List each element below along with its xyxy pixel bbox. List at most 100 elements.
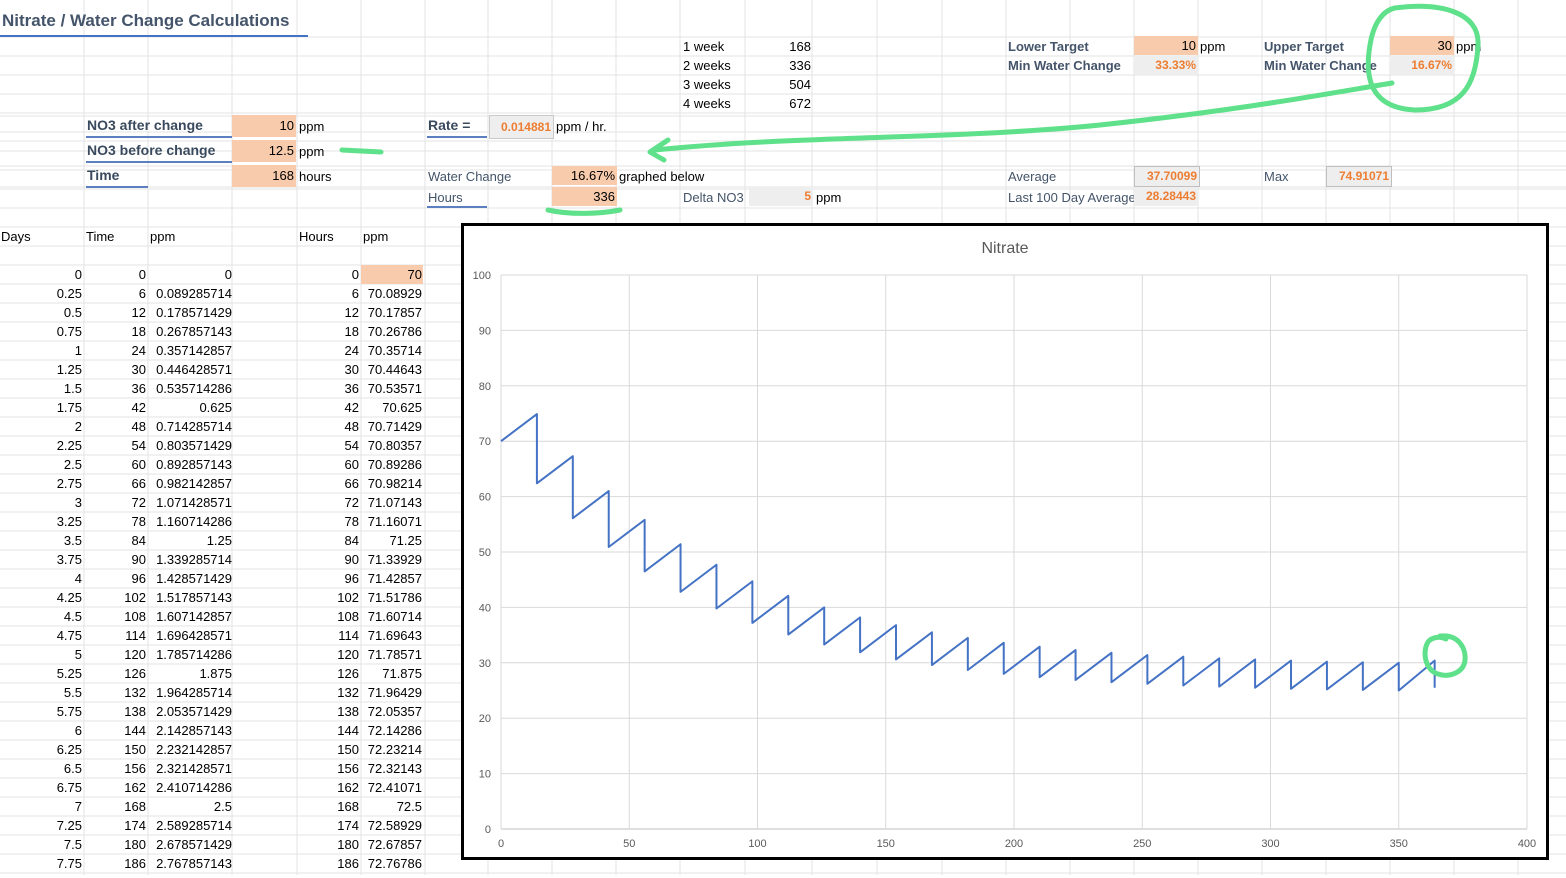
ppm-cell[interactable]: 2.5: [150, 797, 233, 816]
days-cell[interactable]: 6.25: [0, 740, 83, 759]
time-cell[interactable]: 108: [86, 607, 147, 626]
days-cell[interactable]: 2.5: [0, 455, 83, 474]
col-header-days[interactable]: Days: [1, 227, 31, 246]
week-hours[interactable]: 168: [750, 37, 811, 56]
days-cell[interactable]: 0: [0, 265, 83, 284]
ppm2-cell[interactable]: 71.60714: [361, 607, 423, 626]
col-header-time[interactable]: Time: [86, 227, 114, 246]
time-cell[interactable]: 120: [86, 645, 147, 664]
delta-no3-label[interactable]: Delta NO3: [683, 188, 744, 207]
days-cell[interactable]: 4.25: [0, 588, 83, 607]
hours-cell[interactable]: 180: [299, 835, 360, 854]
min-water-change-lower[interactable]: 33.33%: [1134, 56, 1198, 75]
days-cell[interactable]: 2: [0, 417, 83, 436]
ppm-cell[interactable]: 1.875: [150, 664, 233, 683]
ppm2-cell[interactable]: 70.53571: [361, 379, 423, 398]
hours-cell[interactable]: 132: [299, 683, 360, 702]
hours-cell[interactable]: 36: [299, 379, 360, 398]
hours-cell[interactable]: 144: [299, 721, 360, 740]
week-label[interactable]: 2 weeks: [683, 56, 731, 75]
days-cell[interactable]: 3: [0, 493, 83, 512]
water-change-label[interactable]: Water Change: [428, 167, 511, 186]
min-water-change-upper[interactable]: 16.67%: [1390, 56, 1454, 75]
hours-cell[interactable]: 114: [299, 626, 360, 645]
days-cell[interactable]: 0.5: [0, 303, 83, 322]
days-cell[interactable]: 7: [0, 797, 83, 816]
rate-value[interactable]: 0.014881: [489, 115, 554, 139]
week-label[interactable]: 4 weeks: [683, 94, 731, 113]
ppm-cell[interactable]: 2.053571429: [150, 702, 233, 721]
hours-cell[interactable]: 0: [299, 265, 360, 284]
ppm2-cell[interactable]: 71.25: [361, 531, 423, 550]
hours-cell[interactable]: 186: [299, 854, 360, 873]
ppm2-cell[interactable]: 72.32143: [361, 759, 423, 778]
time-input[interactable]: 168: [232, 165, 296, 187]
ppm-cell[interactable]: 1.517857143: [150, 588, 233, 607]
days-cell[interactable]: 3.25: [0, 512, 83, 531]
time-cell[interactable]: 174: [86, 816, 147, 835]
no3-before-label[interactable]: NO3 before change: [87, 141, 215, 160]
last-100-day-average-label[interactable]: Last 100 Day Average: [1008, 188, 1136, 207]
nitrate-chart[interactable]: Nitrate 0 10 20 30 40 50 60 70 80 90 100 0 50 100 150 2…: [461, 223, 1549, 860]
ppm2-cell[interactable]: 72.41071: [361, 778, 423, 797]
hours-cell[interactable]: 168: [299, 797, 360, 816]
col-header-hours[interactable]: Hours: [299, 227, 334, 246]
ppm-cell[interactable]: 0.446428571: [150, 360, 233, 379]
days-cell[interactable]: 1.25: [0, 360, 83, 379]
ppm-cell[interactable]: 0: [150, 265, 233, 284]
ppm-cell[interactable]: 1.339285714: [150, 550, 233, 569]
ppm-cell[interactable]: 2.767857143: [150, 854, 233, 873]
ppm2-cell[interactable]: 70.17857: [361, 303, 423, 322]
week-label[interactable]: 1 week: [683, 37, 724, 56]
days-cell[interactable]: 4.75: [0, 626, 83, 645]
hours-cell[interactable]: 42: [299, 398, 360, 417]
hours-cell[interactable]: 126: [299, 664, 360, 683]
water-change-input[interactable]: 16.67%: [552, 166, 617, 185]
ppm2-cell[interactable]: 72.05357: [361, 702, 423, 721]
days-cell[interactable]: 0.75: [0, 322, 83, 341]
ppm2-cell[interactable]: 70.625: [361, 398, 423, 417]
hours-cell[interactable]: 30: [299, 360, 360, 379]
ppm-cell[interactable]: 1.428571429: [150, 569, 233, 588]
upper-target-input[interactable]: 30: [1390, 36, 1454, 55]
no3-after-input[interactable]: 10: [232, 115, 296, 137]
time-cell[interactable]: 180: [86, 835, 147, 854]
ppm-cell[interactable]: 1.964285714: [150, 683, 233, 702]
time-cell[interactable]: 66: [86, 474, 147, 493]
hours-cell[interactable]: 162: [299, 778, 360, 797]
time-cell[interactable]: 78: [86, 512, 147, 531]
hours-cell[interactable]: 18: [299, 322, 360, 341]
upper-target-label[interactable]: Upper Target: [1264, 37, 1344, 56]
ppm-cell[interactable]: 0.089285714: [150, 284, 233, 303]
days-cell[interactable]: 4.5: [0, 607, 83, 626]
days-cell[interactable]: 7.5: [0, 835, 83, 854]
ppm-cell[interactable]: 1.160714286: [150, 512, 233, 531]
rate-label[interactable]: Rate =: [428, 116, 470, 135]
week-hours[interactable]: 672: [750, 94, 811, 113]
ppm2-cell[interactable]: 71.96429: [361, 683, 423, 702]
ppm2-cell[interactable]: 71.42857: [361, 569, 423, 588]
ppm-cell[interactable]: 0.982142857: [150, 474, 233, 493]
hours-label[interactable]: Hours: [428, 188, 463, 207]
ppm2-cell[interactable]: 71.78571: [361, 645, 423, 664]
ppm-cell[interactable]: 2.410714286: [150, 778, 233, 797]
hours-cell[interactable]: 60: [299, 455, 360, 474]
days-cell[interactable]: 3.75: [0, 550, 83, 569]
ppm2-cell[interactable]: 71.16071: [361, 512, 423, 531]
hours-cell[interactable]: 84: [299, 531, 360, 550]
hours-cell[interactable]: 6: [299, 284, 360, 303]
ppm2-cell[interactable]: 71.51786: [361, 588, 423, 607]
time-cell[interactable]: 162: [86, 778, 147, 797]
min-water-change-label-upper[interactable]: Min Water Change: [1264, 56, 1377, 75]
time-cell[interactable]: 102: [86, 588, 147, 607]
ppm-cell[interactable]: 1.071428571: [150, 493, 233, 512]
time-cell[interactable]: 150: [86, 740, 147, 759]
ppm2-cell[interactable]: 70: [361, 265, 423, 284]
time-cell[interactable]: 12: [86, 303, 147, 322]
ppm-cell[interactable]: 1.607142857: [150, 607, 233, 626]
max-value[interactable]: 74.91071: [1326, 166, 1392, 187]
ppm-cell[interactable]: 0.178571429: [150, 303, 233, 322]
days-cell[interactable]: 6.5: [0, 759, 83, 778]
hours-cell[interactable]: 96: [299, 569, 360, 588]
average-label[interactable]: Average: [1008, 167, 1056, 186]
